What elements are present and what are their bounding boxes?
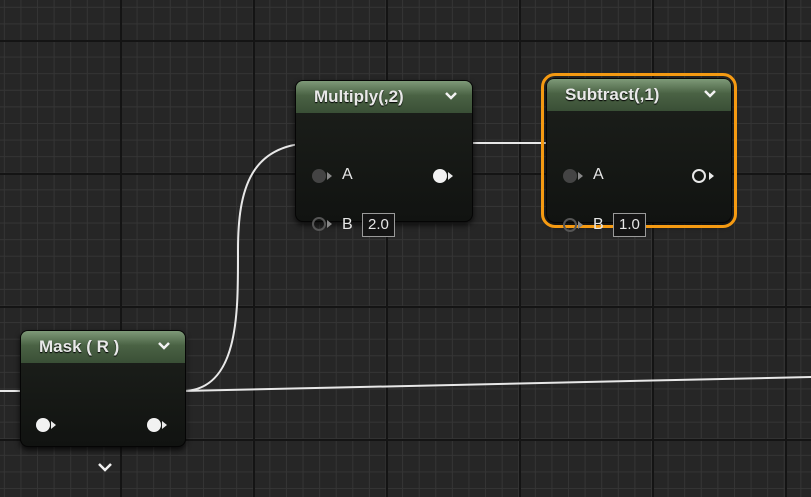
chevron-down-icon[interactable] [703,79,717,111]
pin-arrow-icon [578,172,583,180]
mask-node-title: Mask ( R ) [39,337,120,356]
multiply-output-pin[interactable] [433,169,447,183]
chevron-down-icon[interactable] [444,81,458,113]
multiply-node[interactable]: Multiply(,2) A B 2.0 [295,80,473,237]
subtract-node-title: Subtract(,1) [565,85,660,104]
graph-canvas[interactable]: Multiply(,2) A B 2.0 Subtract(,1) A B 1.… [0,0,811,497]
subtract-node[interactable]: Subtract(,1) A B 1.0 [541,73,737,237]
pin-arrow-icon [162,421,167,429]
chevron-down-icon[interactable] [157,331,171,363]
multiply-input-b-pin[interactable] [312,217,326,231]
multiply-node-header[interactable]: Multiply(,2) [296,81,472,113]
multiply-input-a-label: A [342,166,353,183]
pin-arrow-icon [578,221,583,229]
multiply-input-b-label: B [342,216,353,233]
subtract-input-a-label: A [593,166,604,183]
wire-mask-output[interactable] [181,376,811,392]
mask-node[interactable]: Mask ( R ) [20,330,186,472]
subtract-input-b-pin[interactable] [563,218,577,232]
mask-output-pin[interactable] [147,418,161,432]
pin-arrow-icon [51,421,56,429]
subtract-b-value-input[interactable]: 1.0 [613,213,646,237]
mask-node-header[interactable]: Mask ( R ) [21,331,185,363]
subtract-input-a-pin[interactable] [563,169,577,183]
pin-arrow-icon [327,220,332,228]
expand-chevron-down-icon[interactable] [97,459,113,477]
subtract-node-header[interactable]: Subtract(,1) [547,79,731,111]
multiply-node-title: Multiply(,2) [314,87,404,106]
pin-arrow-icon [327,172,332,180]
multiply-input-a-pin[interactable] [312,169,326,183]
pin-arrow-icon [709,172,714,180]
subtract-output-pin[interactable] [692,169,706,183]
multiply-b-value-input[interactable]: 2.0 [362,213,395,237]
pin-arrow-icon [448,172,453,180]
mask-input-pin[interactable] [36,418,50,432]
subtract-input-b-label: B [593,216,604,233]
